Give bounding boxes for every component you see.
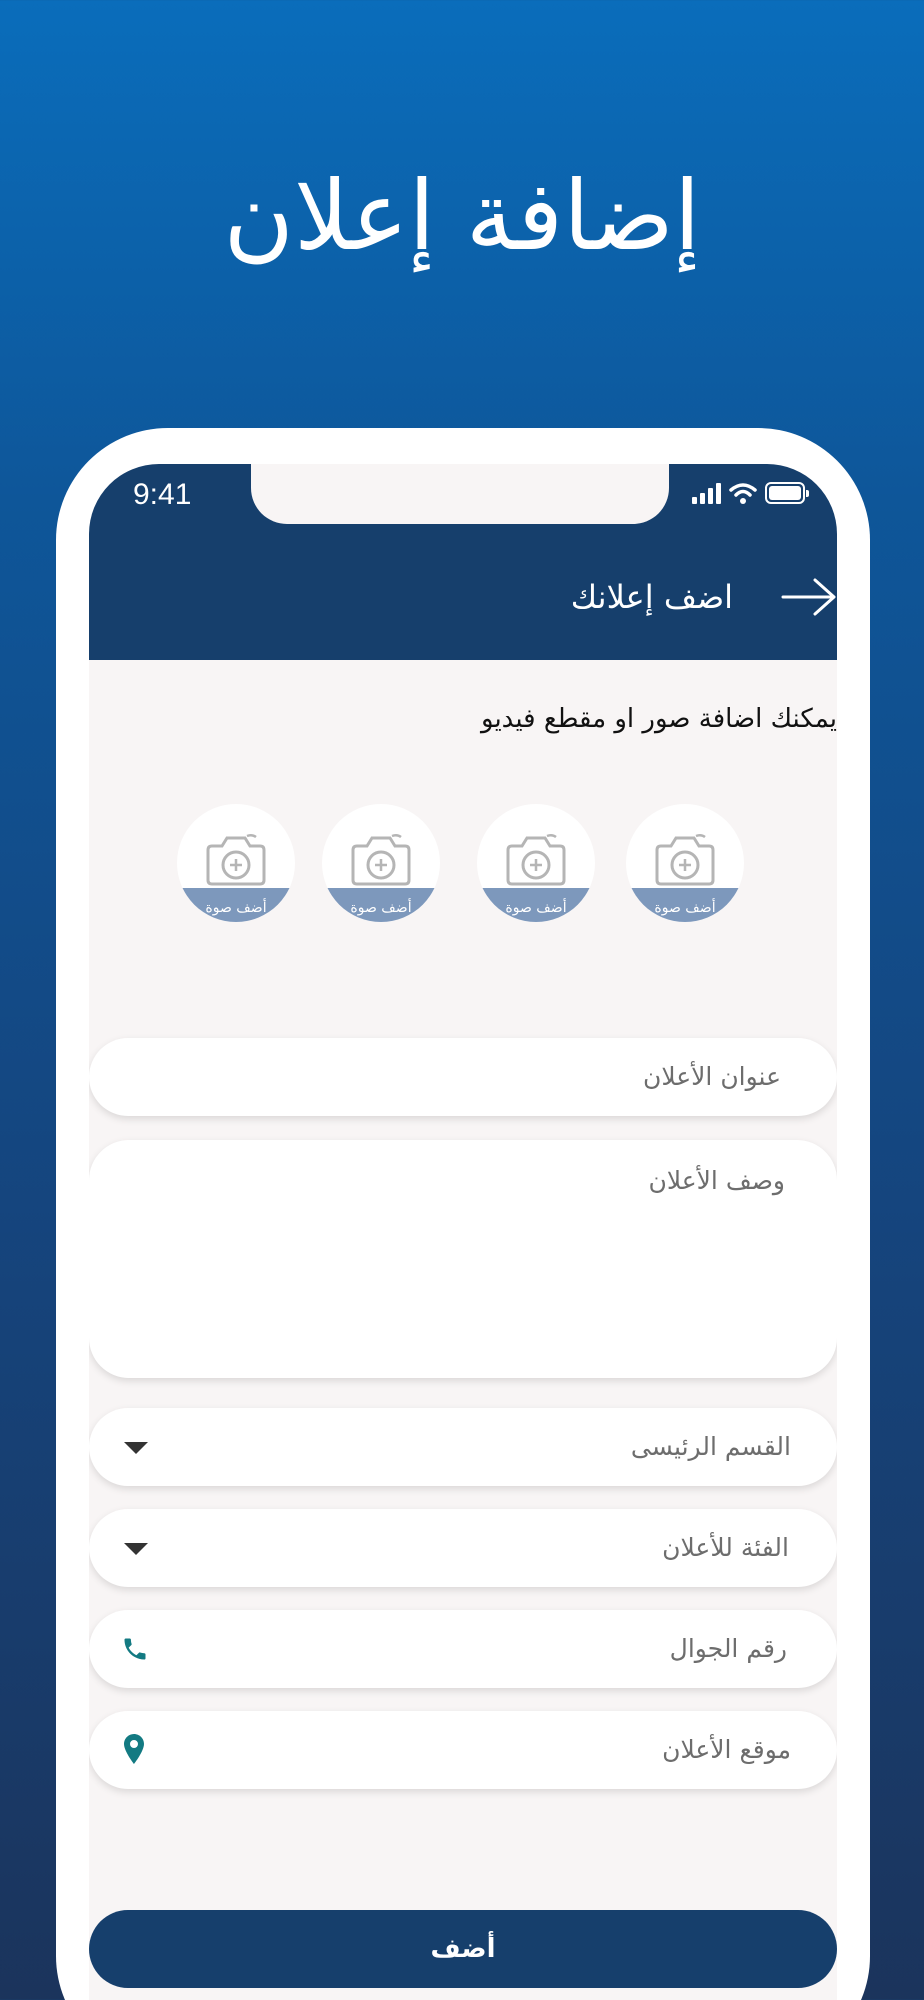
location-pin-icon (124, 1734, 144, 1764)
camera-add-icon (655, 833, 715, 886)
main-section-select[interactable]: القسم الرئيسى (89, 1408, 837, 1486)
ad-location-field[interactable]: موقع الأعلان (89, 1711, 837, 1789)
battery-icon (765, 482, 809, 504)
add-photo-label: أضف صوة (505, 900, 567, 916)
back-arrow-icon[interactable] (781, 577, 837, 617)
ad-location-placeholder: موقع الأعلان (662, 1735, 791, 1764)
status-icons (692, 482, 809, 504)
add-photo-slot-4[interactable]: أضف صوة (177, 804, 295, 922)
ad-title-placeholder: عنوان الأعلان (642, 1062, 781, 1091)
add-photo-slot-2[interactable]: أضف صوة (477, 804, 595, 922)
add-photo-slot-3[interactable]: أضف صوة (322, 804, 440, 922)
ad-title-field[interactable]: عنوان الأعلان (89, 1038, 837, 1116)
phone-icon (124, 1638, 146, 1660)
dropdown-caret-icon (124, 1543, 148, 1555)
cellular-signal-icon (692, 482, 721, 504)
phone-number-field[interactable]: رقم الجوال (89, 1610, 837, 1688)
dropdown-caret-icon (124, 1442, 148, 1454)
add-photo-label: أضف صوة (350, 900, 412, 916)
add-photo-label: أضف صوة (205, 900, 267, 916)
ad-category-placeholder: الفئة للأعلان (662, 1533, 789, 1562)
camera-add-icon (351, 833, 411, 886)
ad-description-placeholder: وصف الأعلان (648, 1166, 785, 1195)
ad-category-select[interactable]: الفئة للأعلان (89, 1509, 837, 1587)
app-screen: 9:41 اضف إعلانك يمكنك اضافة صور او مقطع … (89, 464, 837, 2000)
submit-button[interactable]: أضف (89, 1910, 837, 1988)
wifi-icon (729, 483, 757, 504)
add-photo-slot-1[interactable]: أضف صوة (626, 804, 744, 922)
media-hint: يمكنك اضافة صور او مقطع فيديو (481, 704, 837, 734)
promo-title: إضافة إعلان (223, 160, 701, 272)
camera-add-icon (206, 833, 266, 886)
phone-notch (251, 464, 669, 524)
phone-number-placeholder: رقم الجوال (669, 1634, 787, 1663)
add-photo-label: أضف صوة (654, 900, 716, 916)
page-title: اضف إعلانك (570, 578, 733, 616)
main-section-placeholder: القسم الرئيسى (630, 1432, 791, 1461)
app-header: 9:41 اضف إعلانك (89, 464, 837, 660)
camera-add-icon (506, 833, 566, 886)
ad-description-field[interactable]: وصف الأعلان (89, 1140, 837, 1378)
status-time: 9:41 (133, 478, 192, 511)
